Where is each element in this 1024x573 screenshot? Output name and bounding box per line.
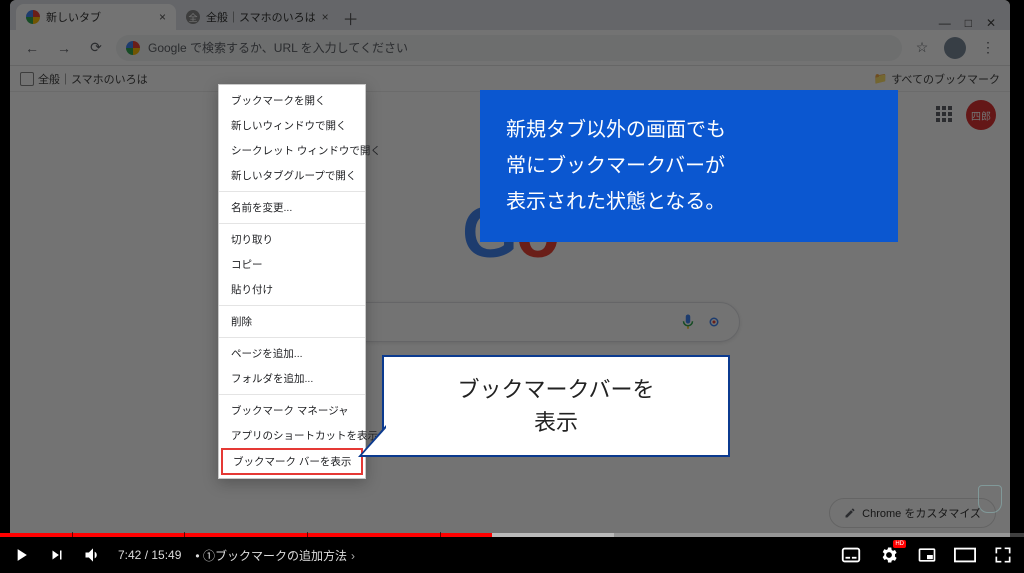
- chapter-label: ①ブックマークの追加方法: [203, 549, 347, 563]
- tab-title: 全般｜スマホのいろは: [206, 9, 316, 25]
- volume-button[interactable]: [82, 544, 104, 566]
- theater-mode-button[interactable]: [954, 544, 976, 566]
- bookmark-star-icon[interactable]: ☆: [910, 36, 934, 60]
- subtitles-button[interactable]: [840, 544, 862, 566]
- google-icon: [126, 41, 140, 55]
- tab-new-tab[interactable]: 新しいタブ ×: [16, 4, 176, 30]
- chrome-window: 新しいタブ × 全 全般｜スマホのいろは × ＋ — □ ✕ ← → ⟳ Goo…: [10, 0, 1010, 540]
- customize-label: Chrome をカスタマイズ: [862, 505, 981, 521]
- all-bookmarks-button[interactable]: 📁 すべてのブックマーク: [874, 71, 1001, 87]
- new-tab-button[interactable]: ＋: [339, 6, 363, 30]
- apps-grid-icon[interactable]: [936, 106, 954, 124]
- back-button[interactable]: ←: [20, 36, 44, 60]
- menu-open-incognito[interactable]: シークレット ウィンドウで開く: [219, 138, 365, 163]
- settings-button[interactable]: HD: [878, 544, 900, 566]
- menu-cut[interactable]: 切り取り: [219, 227, 365, 252]
- context-menu: ブックマークを開く 新しいウィンドウで開く シークレット ウィンドウで開く 新し…: [218, 84, 366, 479]
- omnibox-placeholder: Google で検索するか、URL を入力してください: [148, 39, 408, 56]
- bookmark-label: 全般｜スマホのいろは: [38, 71, 148, 87]
- minimize-button[interactable]: —: [939, 16, 951, 30]
- duration: 15:49: [151, 548, 181, 562]
- annotation-line: 新規タブ以外の画面でも: [506, 112, 872, 148]
- close-window-button[interactable]: ✕: [986, 16, 996, 30]
- tab-title: 新しいタブ: [46, 9, 101, 25]
- annotation-line: 常にブックマークバーが: [506, 148, 872, 184]
- folder-icon: 📁: [874, 72, 888, 85]
- menu-open-tab-group[interactable]: 新しいタブグループで開く: [219, 163, 365, 188]
- customize-chrome-button[interactable]: Chrome をカスタマイズ: [829, 498, 996, 528]
- menu-apps-shortcut[interactable]: アプリのショートカットを表示: [219, 423, 365, 448]
- chapter-title[interactable]: • ①ブックマークの追加方法›: [195, 547, 355, 564]
- video-controls: 7:42 / 15:49 • ①ブックマークの追加方法› HD: [0, 537, 1024, 573]
- menu-rename[interactable]: 名前を変更...: [219, 195, 365, 220]
- tab-other[interactable]: 全 全般｜スマホのいろは ×: [176, 4, 339, 30]
- miniplayer-button[interactable]: [916, 544, 938, 566]
- annotation-line: ブックマークバーを: [394, 373, 718, 406]
- menu-add-folder[interactable]: フォルダを追加...: [219, 366, 365, 391]
- menu-paste[interactable]: 貼り付け: [219, 277, 365, 302]
- menu-open-new-window[interactable]: 新しいウィンドウで開く: [219, 113, 365, 138]
- window-controls: — □ ✕: [931, 16, 1004, 30]
- menu-open-bookmark[interactable]: ブックマークを開く: [219, 88, 365, 113]
- annotation-blue-box: 新規タブ以外の画面でも 常にブックマークバーが 表示された状態となる。: [480, 90, 898, 242]
- annotation-speech-bubble: ブックマークバーを 表示: [382, 355, 730, 457]
- maximize-button[interactable]: □: [965, 16, 972, 30]
- chrome-favicon: [26, 10, 40, 24]
- address-bar: ← → ⟳ Google で検索するか、URL を入力してください ☆ ⋮: [10, 30, 1010, 66]
- close-icon[interactable]: ×: [322, 10, 329, 24]
- omnibox[interactable]: Google で検索するか、URL を入力してください: [116, 35, 902, 61]
- all-bookmarks-label: すべてのブックマーク: [891, 71, 1000, 87]
- annotation-line: 表示: [394, 406, 718, 439]
- menu-show-bookmark-bar[interactable]: ブックマーク バーを表示: [221, 448, 363, 475]
- menu-copy[interactable]: コピー: [219, 252, 365, 277]
- bookmark-bar: 全般｜スマホのいろは 📁 すべてのブックマーク: [10, 66, 1010, 92]
- play-button[interactable]: [10, 544, 32, 566]
- menu-add-page[interactable]: ページを追加...: [219, 341, 365, 366]
- next-button[interactable]: [46, 544, 68, 566]
- bookmark-favicon: [20, 72, 34, 86]
- tab-strip: 新しいタブ × 全 全般｜スマホのいろは × ＋ — □ ✕: [10, 0, 1010, 30]
- bookmark-item[interactable]: 全般｜スマホのいろは: [20, 71, 148, 87]
- image-search-icon[interactable]: [705, 313, 723, 331]
- chrome-menu-icon[interactable]: ⋮: [976, 36, 1000, 60]
- shield-icon: [978, 485, 1002, 513]
- annotation-line: 表示された状態となる。: [506, 184, 872, 220]
- time-display: 7:42 / 15:49: [118, 548, 181, 562]
- voice-search-icon[interactable]: [679, 313, 697, 331]
- fullscreen-button[interactable]: [992, 544, 1014, 566]
- reload-button[interactable]: ⟳: [84, 36, 108, 60]
- site-favicon: 全: [186, 10, 200, 24]
- current-time: 7:42: [118, 548, 141, 562]
- chevron-right-icon: ›: [351, 549, 355, 563]
- forward-button[interactable]: →: [52, 36, 76, 60]
- menu-delete[interactable]: 削除: [219, 309, 365, 334]
- pencil-icon: [844, 507, 856, 519]
- menu-bookmark-manager[interactable]: ブックマーク マネージャ: [219, 398, 365, 423]
- profile-chip[interactable]: 四郎: [966, 100, 996, 130]
- close-icon[interactable]: ×: [159, 10, 166, 24]
- hd-badge: HD: [893, 540, 906, 548]
- profile-avatar[interactable]: [944, 37, 966, 59]
